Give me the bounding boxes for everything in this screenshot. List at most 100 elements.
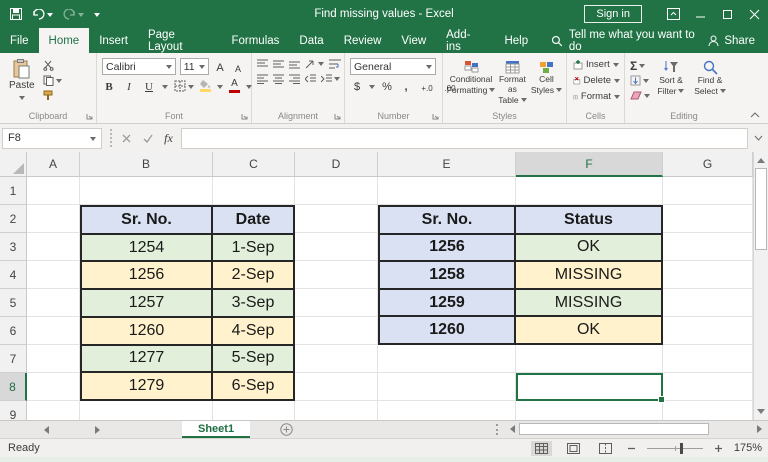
cell-f2[interactable]: Status xyxy=(516,207,661,233)
fill-button[interactable] xyxy=(630,74,650,87)
cell-f4[interactable]: MISSING xyxy=(516,262,661,288)
name-box[interactable]: F8 xyxy=(2,128,102,149)
font-size-combo[interactable]: 11 xyxy=(180,58,209,75)
tab-view[interactable]: View xyxy=(391,28,436,53)
cell-b8[interactable]: 1279 xyxy=(82,373,211,399)
increase-indent-button[interactable] xyxy=(321,73,340,84)
row-header-6[interactable]: 6 xyxy=(0,317,27,345)
collapse-ribbon-button[interactable] xyxy=(750,112,760,118)
cell-styles-button[interactable]: Cell Styles xyxy=(531,58,562,105)
italic-button[interactable]: I xyxy=(122,79,136,93)
minimize-button[interactable] xyxy=(687,0,714,28)
row-header-5[interactable]: 5 xyxy=(0,289,27,317)
cell-f3[interactable]: OK xyxy=(516,235,661,261)
clear-button[interactable] xyxy=(630,89,650,102)
underline-button[interactable]: U xyxy=(142,79,156,93)
top-align-button[interactable] xyxy=(257,59,268,69)
cell-b3[interactable]: 1254 xyxy=(82,235,211,261)
cell-c2[interactable]: Date xyxy=(213,207,293,233)
tab-data[interactable]: Data xyxy=(289,28,333,53)
comma-style-button[interactable]: , xyxy=(399,79,413,93)
ribbon-display-options-button[interactable] xyxy=(660,0,687,28)
redo-button[interactable] xyxy=(63,9,84,20)
insert-cells-button[interactable]: Insert xyxy=(573,58,620,71)
column-header-a[interactable]: A xyxy=(27,152,80,177)
alignment-dialog-launcher[interactable] xyxy=(334,113,341,120)
column-header-f[interactable]: F xyxy=(516,152,663,177)
cell-c7[interactable]: 5-Sep xyxy=(213,346,293,372)
find-select-button[interactable]: Find & Select xyxy=(692,58,728,102)
underline-dropdown-caret[interactable] xyxy=(162,85,168,92)
cell-e4[interactable]: 1258 xyxy=(380,262,514,288)
cell-f6[interactable]: OK xyxy=(516,317,661,343)
page-break-preview-button[interactable] xyxy=(595,441,616,456)
cell-c3[interactable]: 1-Sep xyxy=(213,235,293,261)
vertical-scroll-thumb[interactable] xyxy=(755,168,767,250)
tab-page-layout[interactable]: Page Layout xyxy=(138,28,221,53)
number-dialog-launcher[interactable] xyxy=(432,113,439,120)
cell-c6[interactable]: 4-Sep xyxy=(213,318,293,344)
column-header-b[interactable]: B xyxy=(80,152,213,177)
decrease-font-size-button[interactable]: A xyxy=(231,60,245,74)
increase-decimal-button[interactable]: +.0 xyxy=(418,79,436,93)
font-color-button[interactable]: A xyxy=(229,79,240,93)
tab-formulas[interactable]: Formulas xyxy=(221,28,289,53)
row-header-7[interactable]: 7 xyxy=(0,345,27,373)
tab-home[interactable]: Home xyxy=(39,28,90,53)
column-header-g[interactable]: G xyxy=(663,152,753,177)
cell-e5[interactable]: 1259 xyxy=(380,290,514,316)
sign-in-button[interactable]: Sign in xyxy=(584,5,642,23)
accounting-format-button[interactable]: $ xyxy=(350,79,364,93)
enter-entry-button[interactable] xyxy=(137,128,158,149)
zoom-in-button[interactable] xyxy=(714,444,723,453)
cells-area[interactable]: Sr. No. Date 1254 1-Sep 1256 2-Sep 1257 … xyxy=(27,177,753,420)
scroll-left-button[interactable] xyxy=(506,425,517,433)
column-header-d[interactable]: D xyxy=(295,152,378,177)
undo-button[interactable] xyxy=(32,9,53,20)
zoom-level[interactable]: 175% xyxy=(734,442,762,454)
cell-c8[interactable]: 6-Sep xyxy=(213,373,293,399)
cell-f5[interactable]: MISSING xyxy=(516,290,661,316)
decrease-indent-button[interactable] xyxy=(305,74,316,84)
cut-button[interactable] xyxy=(43,60,62,71)
scroll-down-button[interactable] xyxy=(754,405,768,420)
formula-input[interactable] xyxy=(181,128,748,149)
zoom-out-button[interactable] xyxy=(627,444,636,453)
cell-e2[interactable]: Sr. No. xyxy=(380,207,514,233)
format-painter-button[interactable] xyxy=(43,90,62,101)
fill-handle[interactable] xyxy=(658,396,665,403)
font-dialog-launcher[interactable] xyxy=(241,113,248,120)
cell-b5[interactable]: 1257 xyxy=(82,290,211,316)
sheet-tab-sheet1[interactable]: Sheet1 xyxy=(182,421,250,438)
tab-review[interactable]: Review xyxy=(334,28,392,53)
copy-button[interactable] xyxy=(43,75,62,86)
fill-color-button[interactable] xyxy=(200,80,211,92)
row-header-4[interactable]: 4 xyxy=(0,261,27,289)
new-sheet-button[interactable] xyxy=(280,423,293,436)
row-header-3[interactable]: 3 xyxy=(0,233,27,261)
scroll-up-button[interactable] xyxy=(754,152,768,167)
zoom-slider[interactable] xyxy=(647,448,703,449)
tab-file[interactable]: File xyxy=(0,28,39,53)
tell-me-search[interactable]: Tell me what you want to do xyxy=(551,28,708,53)
close-button[interactable] xyxy=(741,0,768,28)
page-layout-view-button[interactable] xyxy=(563,441,584,456)
tab-add-ins[interactable]: Add-ins xyxy=(436,28,494,53)
orientation-button[interactable] xyxy=(305,58,324,69)
increase-font-size-button[interactable]: A xyxy=(213,60,227,74)
maximize-button[interactable] xyxy=(714,0,741,28)
number-format-combo[interactable]: General xyxy=(350,58,436,75)
undo-dropdown-caret[interactable] xyxy=(47,13,53,20)
insert-function-button[interactable]: fx xyxy=(158,128,179,149)
row-header-2[interactable]: 2 xyxy=(0,205,27,233)
cell-b6[interactable]: 1260 xyxy=(82,318,211,344)
bold-button[interactable]: B xyxy=(102,79,116,93)
wrap-text-button[interactable] xyxy=(329,59,341,69)
autosum-button[interactable]: Σ xyxy=(630,59,650,72)
align-left-button[interactable] xyxy=(257,74,268,84)
copy-dropdown-caret[interactable] xyxy=(56,79,62,86)
formula-bar-splitter[interactable] xyxy=(102,129,112,147)
format-as-table-button[interactable]: Format as Table xyxy=(496,58,529,105)
scroll-right-button[interactable] xyxy=(755,425,766,433)
horizontal-scrollbar[interactable] xyxy=(506,422,766,436)
